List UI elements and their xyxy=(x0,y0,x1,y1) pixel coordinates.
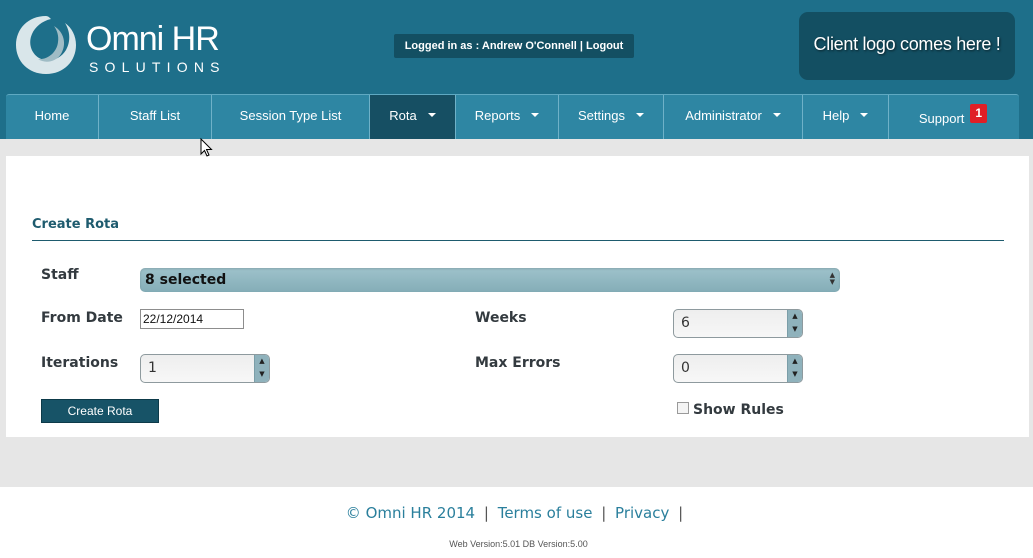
nav-label: Administrator xyxy=(685,108,762,123)
decrement-arrow-icon[interactable]: ▼ xyxy=(788,323,802,336)
privacy-link[interactable]: Privacy xyxy=(615,504,669,522)
nav-label: Home xyxy=(34,108,70,123)
omni-hr-logo[interactable]: Omni HR SOLUTIONS xyxy=(14,14,244,78)
max-errors-stepper[interactable]: 0 ▲ ▼ xyxy=(673,354,803,383)
nav-staff-list[interactable]: Staff List xyxy=(99,95,212,139)
header: Omni HR SOLUTIONS Logged in as : Andrew … xyxy=(0,0,1033,139)
weeks-value: 6 xyxy=(681,315,690,331)
max-errors-stepper-buttons: ▲ ▼ xyxy=(787,355,802,382)
chevron-down-icon xyxy=(427,112,436,117)
from-date-label: From Date xyxy=(41,310,123,326)
footer-separator: | xyxy=(678,504,684,522)
nav-administrator[interactable]: Administrator xyxy=(664,95,803,139)
show-rules-checkbox[interactable] xyxy=(677,402,689,414)
increment-arrow-icon[interactable]: ▲ xyxy=(788,355,802,368)
main-nav: Home Staff List Session Type List Rota R… xyxy=(6,94,1019,139)
terms-of-use-link[interactable]: Terms of use xyxy=(498,504,593,522)
nav-help[interactable]: Help xyxy=(803,95,889,139)
chevron-down-icon xyxy=(635,112,644,117)
login-separator: | xyxy=(576,40,587,52)
section-title: Create Rota xyxy=(32,217,120,232)
create-rota-button[interactable]: Create Rota xyxy=(41,399,159,423)
weeks-stepper[interactable]: 6 ▲ ▼ xyxy=(673,309,803,338)
logout-link[interactable]: Logout xyxy=(586,40,623,52)
nav-label: Staff List xyxy=(129,108,181,123)
nav-session-type-list[interactable]: Session Type List xyxy=(212,95,370,139)
nav-support[interactable]: Support 1 xyxy=(889,95,1017,139)
section-divider xyxy=(32,240,1004,241)
max-errors-value: 0 xyxy=(681,360,690,376)
chevron-down-icon xyxy=(860,112,869,117)
login-prefix: Logged in as : xyxy=(404,40,482,52)
footer-links: © Omni HR 2014 | Terms of use | Privacy … xyxy=(0,504,1033,522)
logo-swirl-icon xyxy=(16,16,76,74)
chevron-down-icon xyxy=(772,112,781,117)
decrement-arrow-icon[interactable]: ▼ xyxy=(788,368,802,381)
increment-arrow-icon[interactable]: ▲ xyxy=(255,355,269,368)
weeks-stepper-buttons: ▲ ▼ xyxy=(787,310,802,337)
iterations-stepper[interactable]: 1 ▲ ▼ xyxy=(140,354,270,383)
support-badge: 1 xyxy=(970,104,988,123)
increment-arrow-icon[interactable]: ▲ xyxy=(788,310,802,323)
chevron-down-icon xyxy=(531,112,540,117)
select-updown-icon: ▲ ▼ xyxy=(829,271,835,286)
staff-label: Staff xyxy=(41,267,79,283)
decrement-arrow-icon[interactable]: ▼ xyxy=(255,368,269,381)
client-logo-placeholder: Client logo comes here ! xyxy=(799,12,1015,80)
footer-separator: | xyxy=(483,504,489,522)
max-errors-label: Max Errors xyxy=(475,355,561,371)
staff-multiselect[interactable]: 8 selected ▲ ▼ xyxy=(140,268,840,292)
mouse-pointer-icon xyxy=(200,138,213,157)
iterations-stepper-buttons: ▲ ▼ xyxy=(254,355,269,382)
version-info: Web Version:5.01 DB Version:5.00 xyxy=(449,539,588,549)
iterations-label: Iterations xyxy=(41,355,119,371)
nav-settings[interactable]: Settings xyxy=(559,95,664,139)
show-rules-label: Show Rules xyxy=(693,402,784,418)
nav-label: Reports xyxy=(474,108,521,123)
user-name: Andrew O'Connell xyxy=(481,40,577,52)
iterations-value: 1 xyxy=(148,360,157,376)
nav-label: Support xyxy=(918,111,965,126)
create-rota-panel: Create Rota Staff 8 selected ▲ ▼ From Dat… xyxy=(6,156,1029,437)
nav-rota[interactable]: Rota xyxy=(370,95,456,139)
nav-label: Session Type List xyxy=(239,108,342,123)
nav-label: Rota xyxy=(389,108,417,123)
brand-tagline: SOLUTIONS xyxy=(89,59,226,75)
weeks-label: Weeks xyxy=(475,310,527,326)
nav-reports[interactable]: Reports xyxy=(456,95,559,139)
staff-select-value: 8 selected xyxy=(145,272,227,288)
nav-label: Settings xyxy=(578,108,625,123)
brand-name: Omni HR xyxy=(86,20,220,58)
login-status: Logged in as : Andrew O'Connell | Logout xyxy=(394,34,634,58)
nav-home[interactable]: Home xyxy=(6,95,99,139)
show-rules-toggle[interactable]: Show Rules xyxy=(677,402,784,418)
from-date-input[interactable]: 22/12/2014 xyxy=(140,309,244,329)
copyright-text: © Omni HR 2014 xyxy=(345,504,476,522)
footer-separator: | xyxy=(601,504,607,522)
nav-label: Help xyxy=(822,108,850,123)
